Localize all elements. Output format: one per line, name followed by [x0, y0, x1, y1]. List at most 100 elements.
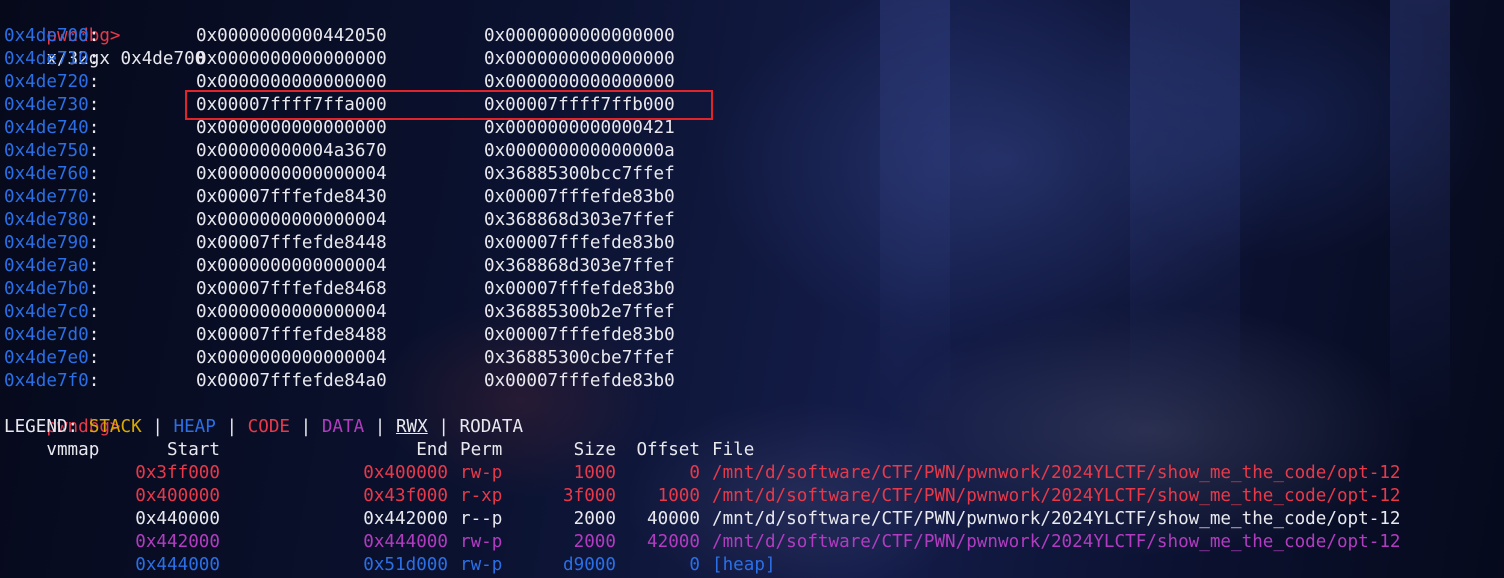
address-colon: :: [88, 279, 100, 299]
memory-value-1: 0x00007fffefde8448: [196, 233, 387, 253]
vmmap-header: Start End Perm Size Offset File: [0, 439, 1504, 462]
memory-row: 0x4de760: 0x0000000000000004 0x36885300bcc…: [4, 163, 1404, 186]
memory-value-1: 0x0000000000000000: [196, 118, 387, 138]
memory-value-2: 0x36885300cbe7ffef: [484, 348, 675, 368]
memory-address: 0x4de700: [4, 26, 89, 46]
memory-value-2: 0x0000000000000000: [484, 49, 675, 69]
terminal-window[interactable]: pwndbg> x/32gx 0x4de700 0x4de700: 0x00000…: [0, 0, 1504, 578]
memory-row: 0x4de750: 0x00000000004a3670 0x00000000000…: [4, 140, 1404, 163]
memory-value-2: 0x00007fffefde83b0: [484, 279, 675, 299]
memory-value-2: 0x368868d303e7ffef: [484, 210, 675, 230]
memory-address: 0x4de7d0: [4, 325, 89, 345]
legend-label: LEGEND:: [4, 417, 79, 437]
vmmap-file: /mnt/d/software/CTF/PWN/pwnwork/2024YLCT…: [712, 486, 1401, 506]
memory-value-1: 0x0000000000000004: [196, 256, 387, 276]
memory-row: 0x4de7e0: 0x0000000000000004 0x36885300cbe…: [4, 347, 1404, 370]
address-colon: :: [88, 325, 100, 345]
vmmap-offset: 40000: [647, 509, 700, 529]
memory-value-2: 0x000000000000000a: [484, 141, 675, 161]
memory-value-1: 0x0000000000000004: [196, 210, 387, 230]
memory-address: 0x4de7a0: [4, 256, 89, 276]
memory-row: 0x4de710: 0x0000000000000000 0x00000000000…: [4, 48, 1404, 71]
legend-separator: |: [374, 417, 386, 437]
memory-address: 0x4de7b0: [4, 279, 89, 299]
memory-address: 0x4de710: [4, 49, 89, 69]
memory-value-2: 0x00007fffefde83b0: [484, 187, 675, 207]
address-colon: :: [88, 141, 100, 161]
memory-value-2: 0x36885300bcc7ffef: [484, 164, 675, 184]
memory-address: 0x4de7f0: [4, 371, 89, 391]
vmmap-file: /mnt/d/software/CTF/PWN/pwnwork/2024YLCT…: [712, 532, 1401, 552]
memory-value-1: 0x00007fffefde84a0: [196, 371, 387, 391]
address-colon: :: [88, 49, 100, 69]
vmmap-row: 0x3ff000 0x400000 rw-p 1000 0/mnt/d/software…: [0, 462, 1504, 485]
memory-address: 0x4de730: [4, 95, 89, 115]
legend-stack: STACK: [88, 417, 142, 437]
legend-data: DATA: [321, 417, 365, 437]
memory-row: 0x4de770: 0x00007fffefde8430 0x00007fffefd…: [4, 186, 1404, 209]
vmmap-row: 0x442000 0x444000 rw-p 2000 42000/mnt/d/soft…: [0, 531, 1504, 554]
address-colon: :: [88, 95, 100, 115]
memory-value-1: 0x00007fffefde8430: [196, 187, 387, 207]
memory-row: 0x4de7c0: 0x0000000000000004 0x36885300b2e…: [4, 301, 1404, 324]
memory-address: 0x4de7c0: [4, 302, 89, 322]
vmmap-offset: 42000: [647, 532, 700, 552]
address-colon: :: [88, 164, 100, 184]
memory-row: 0x4de7b0: 0x00007fffefde8468 0x00007fffefd…: [4, 278, 1404, 301]
memory-value-2: 0x368868d303e7ffef: [484, 256, 675, 276]
memory-row: 0x4de7d0: 0x00007fffefde8488 0x00007fffefd…: [4, 324, 1404, 347]
vmmap-row: 0x444000 0x51d000 rw-p d9000 0 [heap]: [0, 554, 1504, 577]
memory-row: 0x4de700: 0x0000000000442050 0x00000000000…: [4, 25, 1404, 48]
vmmap-file: /mnt/d/software/CTF/PWN/pwnwork/2024YLCT…: [712, 509, 1401, 529]
memory-address: 0x4de780: [4, 210, 89, 230]
command-line-vmmap: pwndbg> vmmap: [4, 393, 120, 460]
address-colon: :: [88, 210, 100, 230]
memory-row: 0x4de740: 0x0000000000000000 0x00000000000…: [4, 117, 1404, 140]
address-colon: :: [88, 26, 100, 46]
address-colon: :: [88, 348, 100, 368]
memory-value-2: 0x0000000000000000: [484, 26, 675, 46]
command-line-x32gx: pwndbg> x/32gx 0x4de700: [4, 2, 205, 69]
memory-address: 0x4de750: [4, 141, 89, 161]
memory-address: 0x4de790: [4, 233, 89, 253]
memory-address: 0x4de720: [4, 72, 89, 92]
address-colon: :: [88, 371, 100, 391]
header-file: File: [712, 440, 755, 460]
memory-value-1: 0x0000000000442050: [196, 26, 387, 46]
memory-address: 0x4de740: [4, 118, 89, 138]
address-colon: :: [88, 256, 100, 276]
memory-value-2: 0x00007fffefde83b0: [484, 325, 675, 345]
address-colon: :: [88, 233, 100, 253]
memory-value-1: 0x00007fffefde8488: [196, 325, 387, 345]
memory-row: 0x4de790: 0x00007fffefde8448 0x00007fffefd…: [4, 232, 1404, 255]
memory-value-1: 0x0000000000000004: [196, 348, 387, 368]
memory-value-1: 0x0000000000000004: [196, 302, 387, 322]
memory-value-1: 0x00007fffefde8468: [196, 279, 387, 299]
address-colon: :: [88, 187, 100, 207]
memory-value-2: 0x36885300b2e7ffef: [484, 302, 675, 322]
header-offset: Offset: [636, 440, 700, 460]
memory-value-1: 0x00000000004a3670: [196, 141, 387, 161]
memory-address: 0x4de770: [4, 187, 89, 207]
address-colon: :: [88, 72, 100, 92]
legend-separator: |: [438, 417, 449, 437]
memory-row: 0x4de7f0: 0x00007fffefde84a0 0x00007fffefd…: [4, 370, 1404, 393]
memory-value-1: 0x0000000000000004: [196, 164, 387, 184]
vmmap-legend: LEGEND: STACK | HEAP | CODE | DATA | RWX…: [4, 416, 523, 439]
legend-rwx: RWX: [395, 417, 428, 437]
memory-row: 0x4de7a0: 0x0000000000000004 0x368868d303e…: [4, 255, 1404, 278]
legend-separator: |: [226, 417, 238, 437]
vmmap-file: /mnt/d/software/CTF/PWN/pwnwork/2024YLCT…: [712, 463, 1401, 483]
vmmap-file: [heap]: [712, 555, 776, 575]
memory-value-2: 0x0000000000000421: [484, 118, 675, 138]
memory-value-2: 0x00007fffefde83b0: [484, 371, 675, 391]
memory-address: 0x4de7e0: [4, 348, 89, 368]
vmmap-offset: 0: [689, 463, 700, 483]
highlight-box: [185, 90, 713, 120]
vmmap-row: 0x440000 0x442000 r--p 2000 40000/mnt/d/soft…: [0, 508, 1504, 531]
address-colon: :: [88, 118, 100, 138]
legend-heap: HEAP: [173, 417, 216, 437]
memory-value-2: 0x00007fffefde83b0: [484, 233, 675, 253]
vmmap-offset: 0: [689, 555, 700, 575]
memory-address: 0x4de760: [4, 164, 89, 184]
